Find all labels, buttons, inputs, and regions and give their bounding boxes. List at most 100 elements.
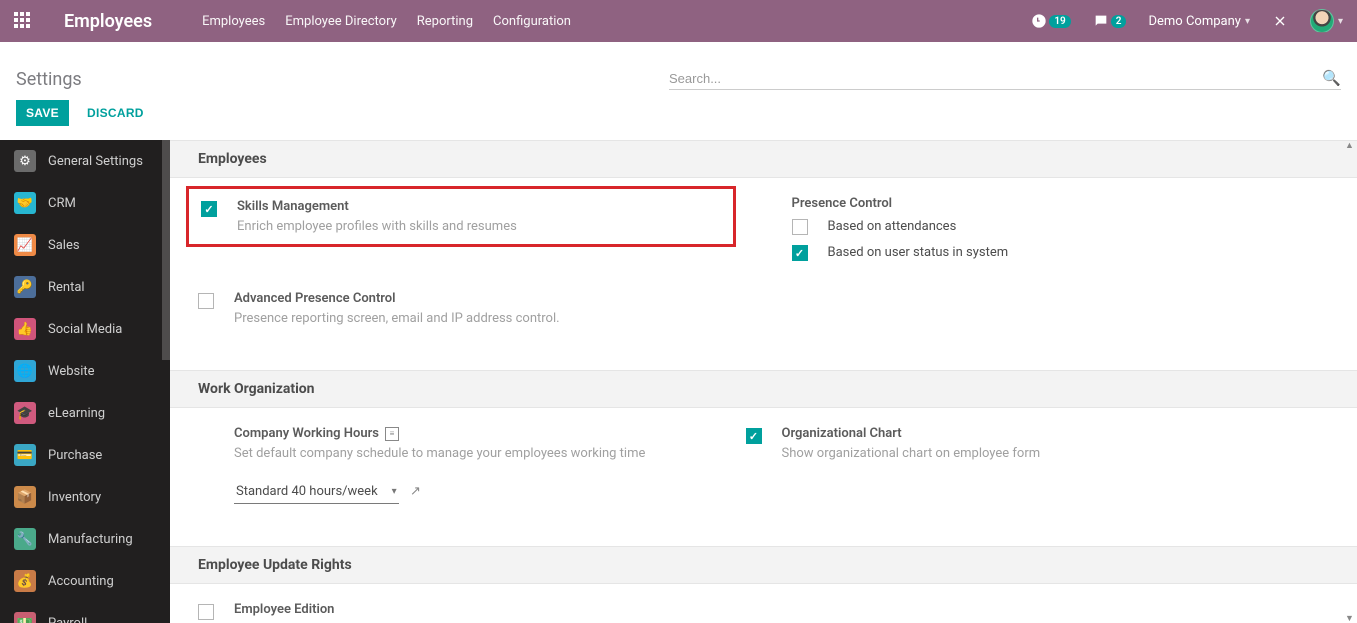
search-bar[interactable]: 🔍 (669, 69, 1341, 90)
section-body-work-organization: Company Working Hours ≡ Set default comp… (170, 408, 1357, 545)
app-brand[interactable]: Employees (64, 11, 152, 32)
discard-button[interactable]: DISCARD (87, 106, 144, 120)
setting-title: Skills Management (237, 199, 517, 214)
support-icon[interactable] (1272, 13, 1288, 29)
sidebar-item-label: Rental (48, 280, 85, 295)
company-dropdown[interactable]: Demo Company ▾ (1148, 14, 1249, 29)
chevron-down-icon: ▾ (392, 486, 397, 497)
setting-desc: Enrich employee profiles with skills and… (237, 218, 517, 236)
card-icon: 💳 (14, 444, 36, 466)
section-head-update-rights: Employee Update Rights (170, 546, 1357, 584)
globe-icon: 🌐 (14, 360, 36, 382)
sidebar-item-sales[interactable]: 📈 Sales (0, 224, 170, 266)
presence-control-title: Presence Control (792, 196, 1318, 211)
sidebar-item-label: Inventory (48, 490, 101, 505)
thumbs-up-icon: 👍 (14, 318, 36, 340)
section-body-employees: Skills Management Enrich employee profil… (170, 178, 1357, 370)
sidebar-item-label: Purchase (48, 448, 102, 463)
skills-management-checkbox[interactable] (201, 201, 217, 217)
search-input[interactable] (669, 71, 1322, 86)
sidebar-item-manufacturing[interactable]: 🔧 Manufacturing (0, 518, 170, 560)
sidebar-item-label: Website (48, 364, 95, 379)
setting-title: Company Working Hours ≡ (234, 426, 645, 441)
messages-button[interactable]: 2 (1093, 13, 1127, 29)
advanced-presence-checkbox[interactable] (198, 293, 214, 309)
document-icon[interactable]: ≡ (385, 427, 399, 441)
sidebar-item-payroll[interactable]: 💵 Payroll (0, 602, 170, 623)
main-area: ⚙ General Settings 🤝 CRM 📈 Sales 🔑 Rental 👍 S… (0, 140, 1357, 623)
scroll-up-icon[interactable]: ▲ (1345, 140, 1355, 150)
sidebar-item-crm[interactable]: 🤝 CRM (0, 182, 170, 224)
save-button[interactable]: SAVE (16, 100, 69, 126)
company-name: Demo Company (1148, 14, 1240, 29)
sidebar-item-elearning[interactable]: 🎓eLearning (0, 392, 170, 434)
money-icon: 💰 (14, 570, 36, 592)
menu-employee-directory[interactable]: Employee Directory (285, 14, 397, 29)
presence-option-label: Based on attendances (828, 219, 957, 234)
sidebar-item-label: General Settings (48, 154, 143, 169)
working-hours-select[interactable]: Standard 40 hours/week ▾ (234, 482, 399, 504)
settings-content: Employees Skills Management Enrich emplo… (170, 140, 1357, 623)
chart-icon: 📈 (14, 234, 36, 256)
top-nav: Employees Employees Employee Directory R… (0, 0, 1357, 42)
organizational-chart-checkbox[interactable] (746, 428, 762, 444)
box-icon: 📦 (14, 486, 36, 508)
company-working-hours-label: Company Working Hours (234, 426, 379, 441)
vertical-scrollbar[interactable]: ▲ ▼ (1347, 140, 1355, 623)
sidebar-item-label: Payroll (48, 616, 87, 623)
menu-reporting[interactable]: Reporting (417, 14, 473, 29)
apps-icon[interactable] (14, 12, 32, 30)
sidebar-item-label: Accounting (48, 574, 114, 589)
settings-sidebar: ⚙ General Settings 🤝 CRM 📈 Sales 🔑 Rental 👍 S… (0, 140, 170, 623)
highlight-box: Skills Management Enrich employee profil… (186, 186, 736, 247)
sidebar-item-label: Sales (48, 238, 80, 253)
wallet-icon: 💵 (14, 612, 36, 623)
menu-employees[interactable]: Employees (202, 14, 265, 29)
setting-title: Employee Edition (234, 602, 334, 617)
external-link-icon[interactable]: ↗ (410, 484, 421, 499)
wrench-icon: 🔧 (14, 528, 36, 550)
sidebar-item-label: Social Media (48, 322, 122, 337)
presence-option-label: Based on user status in system (828, 245, 1009, 260)
sidebar-item-social-media[interactable]: 👍 Social Media (0, 308, 170, 350)
activities-button[interactable]: 19 (1031, 13, 1070, 29)
section-body-update-rights: Employee Edition (170, 584, 1357, 623)
activities-count: 19 (1049, 15, 1070, 28)
setting-desc: Presence reporting screen, email and IP … (234, 310, 560, 328)
sub-header: Settings 🔍 (0, 42, 1357, 90)
scroll-down-icon[interactable]: ▼ (1345, 613, 1355, 623)
right-nav: 19 2 Demo Company ▾ ▾ (1031, 9, 1343, 33)
chat-icon (1093, 13, 1109, 29)
chevron-down-icon: ▾ (1338, 16, 1343, 27)
sidebar-item-inventory[interactable]: 📦 Inventory (0, 476, 170, 518)
messages-count: 2 (1111, 15, 1127, 28)
sidebar-item-label: eLearning (48, 406, 105, 421)
employee-edition-checkbox[interactable] (198, 604, 214, 620)
setting-title: Advanced Presence Control (234, 291, 560, 306)
section-head-employees: Employees (170, 140, 1357, 178)
user-menu[interactable]: ▾ (1310, 9, 1343, 33)
chevron-down-icon: ▾ (1245, 16, 1250, 27)
sidebar-item-label: Manufacturing (48, 532, 133, 547)
sidebar-item-website[interactable]: 🌐 Website (0, 350, 170, 392)
menu-configuration[interactable]: Configuration (493, 14, 571, 29)
sidebar-item-purchase[interactable]: 💳 Purchase (0, 434, 170, 476)
clock-icon (1031, 13, 1047, 29)
action-bar: SAVE DISCARD (0, 90, 1357, 140)
sidebar-item-label: CRM (48, 196, 76, 211)
search-icon[interactable]: 🔍 (1322, 69, 1341, 87)
key-icon: 🔑 (14, 276, 36, 298)
setting-title: Organizational Chart (782, 426, 1041, 441)
handshake-icon: 🤝 (14, 192, 36, 214)
sidebar-item-rental[interactable]: 🔑 Rental (0, 266, 170, 308)
main-menu: Employees Employee Directory Reporting C… (202, 14, 571, 29)
presence-userstatus-checkbox[interactable] (792, 245, 808, 261)
gear-icon: ⚙ (14, 150, 36, 172)
page-title: Settings (16, 69, 82, 90)
presence-attendances-checkbox[interactable] (792, 219, 808, 235)
section-head-work-organization: Work Organization (170, 370, 1357, 408)
sidebar-item-general-settings[interactable]: ⚙ General Settings (0, 140, 170, 182)
sidebar-item-accounting[interactable]: 💰 Accounting (0, 560, 170, 602)
avatar (1310, 9, 1334, 33)
setting-desc: Set default company schedule to manage y… (234, 445, 645, 463)
